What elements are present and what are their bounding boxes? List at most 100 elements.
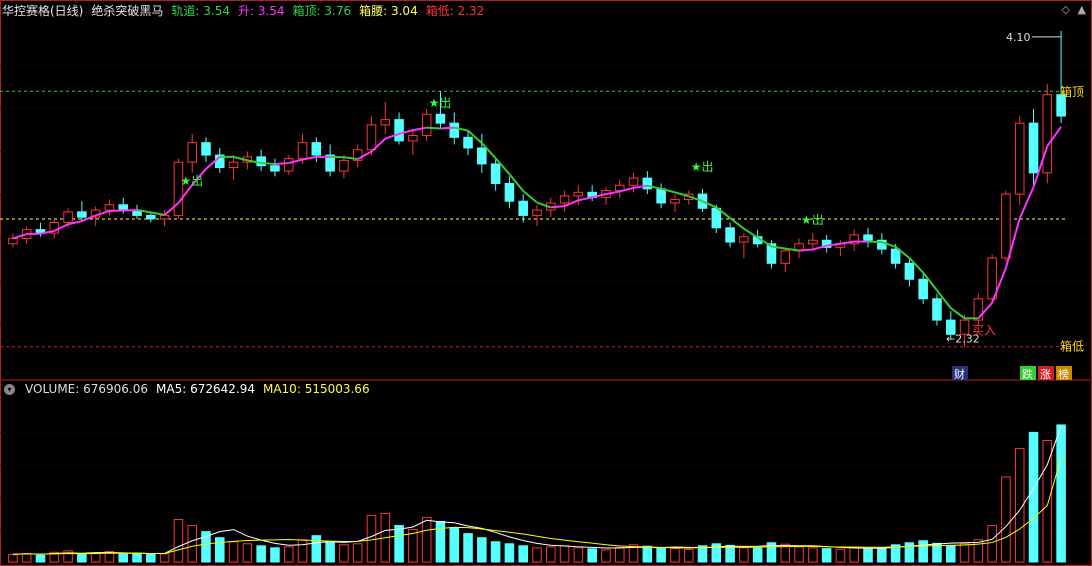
- volume-bar: [187, 525, 197, 563]
- volume-bar: [463, 533, 473, 563]
- indicator-name[interactable]: 绝杀突破黑马: [91, 2, 163, 20]
- box-top-label: 箱顶: [1060, 84, 1084, 99]
- candle-body: [228, 161, 239, 168]
- track-segment: [950, 307, 966, 320]
- candle-body: [270, 165, 280, 172]
- badge-label: 涨: [1040, 368, 1051, 381]
- candle-body: [890, 248, 901, 264]
- grid-lines: [0, 0, 1092, 566]
- candle-body: [435, 113, 446, 124]
- volume-bar: [118, 553, 129, 563]
- volume-bar: [863, 547, 873, 563]
- candle-body: [904, 262, 915, 280]
- candle-body: [670, 198, 680, 204]
- track-segment: [261, 162, 276, 165]
- volume-bar: [1028, 431, 1039, 563]
- candle-body: [380, 119, 391, 126]
- volume-bar: [408, 529, 418, 563]
- volume-bar: [945, 544, 956, 563]
- volume-bar: [559, 545, 570, 563]
- candle-body: [1042, 94, 1053, 174]
- volume-bars: [8, 424, 1066, 563]
- candle-body: [408, 135, 418, 142]
- sell-label: ★出: [180, 174, 203, 188]
- ma5-line: [12, 425, 1062, 555]
- candle-body: [504, 182, 515, 202]
- volume-bar: [697, 545, 708, 563]
- volume-bar: [587, 548, 597, 563]
- candle-body: [918, 278, 928, 300]
- candle-body: [463, 136, 473, 149]
- volume-bar: [849, 546, 859, 563]
- candle-body: [63, 211, 73, 224]
- candle-body: [283, 158, 294, 172]
- candle-body: [739, 236, 749, 243]
- volume-bar: [90, 553, 101, 563]
- track-segment: [550, 205, 565, 209]
- candle-body: [518, 200, 528, 216]
- candle-body: [573, 191, 584, 197]
- candle-body: [256, 156, 266, 167]
- track-segment: [440, 126, 455, 130]
- volume-bar: [1056, 424, 1066, 563]
- candle-body: [159, 214, 170, 220]
- volume-bar: [573, 547, 584, 563]
- volume-bar: [242, 543, 253, 563]
- volume-bar: [1042, 440, 1053, 563]
- candle-body: [366, 124, 377, 151]
- volume-bar: [159, 553, 170, 563]
- volume-bar: [339, 544, 349, 563]
- param-1: 升: 3.54: [237, 4, 285, 18]
- candle-body: [863, 234, 873, 241]
- candle-body: [808, 239, 818, 245]
- volume-bar: [421, 516, 432, 563]
- param-4: 箱低: 2.32: [425, 4, 485, 18]
- param-2: 箱顶: 3.76: [292, 4, 352, 18]
- candle-body: [187, 142, 197, 163]
- volume-bar: [794, 546, 804, 563]
- param-0: 轨道: 3.54: [171, 4, 230, 18]
- collapse-icon[interactable]: ▾: [4, 383, 15, 395]
- badge-label: 跌: [1022, 367, 1033, 381]
- volume-bar: [656, 547, 666, 563]
- volume-bar: [283, 546, 294, 563]
- volume-bar: [614, 546, 625, 563]
- candle-body: [559, 195, 570, 204]
- candle-body: [173, 161, 184, 216]
- candle-body: [297, 142, 308, 160]
- volume-bar: [21, 552, 32, 563]
- volume-bar: [739, 547, 749, 563]
- volume-ma-lines: [12, 425, 1062, 555]
- volume-bar: [518, 545, 528, 563]
- diamond-icon[interactable]: ◇: [1062, 3, 1070, 16]
- volume-bar: [146, 554, 156, 563]
- volume-bar: [877, 547, 887, 563]
- sell-label: ★出: [801, 213, 824, 227]
- volume-bar: [808, 547, 818, 563]
- volume-bar: [77, 553, 87, 563]
- param-3: 箱腰: 3.04: [359, 4, 418, 18]
- volume-bar: [311, 535, 322, 563]
- stock-title[interactable]: 华控赛格(日线): [2, 2, 83, 20]
- volume-bar: [1001, 476, 1011, 563]
- volume-bar: [435, 521, 446, 563]
- arrow-up-icon[interactable]: ▲: [1078, 3, 1086, 16]
- candle-body: [77, 211, 87, 218]
- volume-bar: [642, 545, 653, 563]
- sell-label: ★出: [691, 160, 714, 174]
- ma5-label: MA5: 672642.94: [156, 382, 255, 396]
- candle-body: [146, 214, 156, 220]
- candle-body: [490, 163, 501, 184]
- volume-label: VOLUME: 676906.06: [25, 382, 149, 396]
- candle-body: [104, 204, 115, 211]
- indicator-params: 轨道: 3.54 升: 3.54 箱顶: 3.76 箱腰: 3.04 箱低: 2.32: [171, 2, 484, 20]
- volume-bar: [546, 546, 556, 563]
- candle-body: [201, 142, 211, 156]
- volume-bar: [215, 537, 225, 563]
- volume-bar: [918, 540, 928, 563]
- candle-body: [656, 188, 666, 204]
- volume-bar: [8, 554, 18, 563]
- volume-bar: [973, 539, 984, 563]
- candle-body: [1014, 122, 1025, 195]
- volume-bar: [256, 545, 266, 563]
